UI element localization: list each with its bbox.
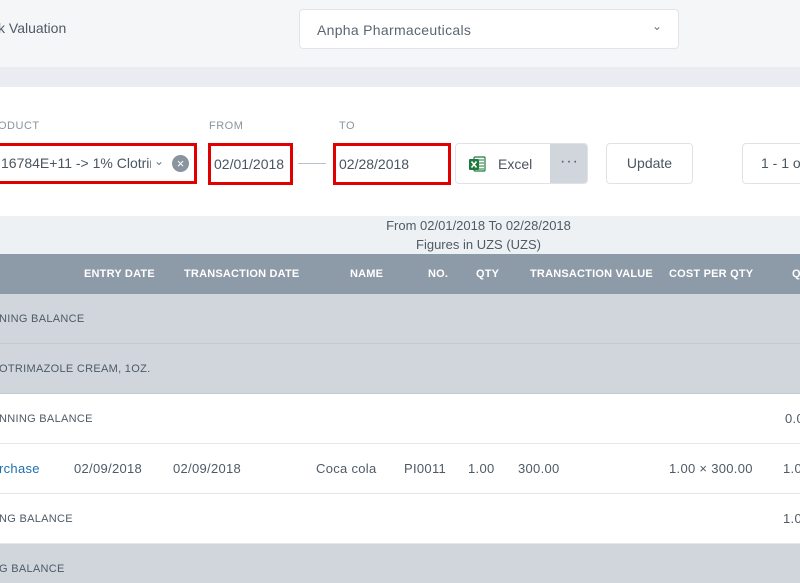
number-cell: PI0011 [404, 461, 447, 476]
table-row: NNING BALANCE 0.0 [0, 394, 800, 444]
pagination-indicator[interactable]: 1 - 1 of [742, 143, 800, 184]
excel-icon [469, 156, 486, 172]
chevron-down-icon[interactable]: ⌄ [154, 154, 164, 168]
clear-icon[interactable]: × [172, 155, 189, 172]
ellipsis-icon[interactable]: ··· [550, 144, 587, 183]
col-name[interactable]: NAME [350, 268, 383, 280]
page-title: k Valuation [0, 20, 67, 36]
to-date-value: 02/28/2018 [339, 156, 410, 172]
table-header: ENTRY DATE TRANSACTION DATE NAME NO. QTY… [0, 254, 800, 294]
q-cell: 1.0 [783, 461, 800, 476]
section-divider [0, 67, 800, 87]
from-label: FROM [209, 120, 244, 132]
company-select-value: Anpha Pharmaceuticals [317, 22, 472, 38]
company-select[interactable]: Anpha Pharmaceuticals ⌄ [299, 9, 679, 49]
table-row: rchase 02/09/2018 02/09/2018 Coca cola P… [0, 444, 800, 494]
opening-balance-label: NING BALANCE [0, 313, 85, 325]
col-no[interactable]: NO. [428, 268, 448, 280]
col-cost-per-qty[interactable]: COST PER QTY [669, 268, 753, 280]
closing-balance-qty: 1.0 [783, 511, 800, 526]
top-bar: k Valuation Anpha Pharmaceuticals ⌄ [0, 0, 800, 67]
filter-panel: ODUCT FROM TO 16784E+11 -> 1% Clotrimazo… [0, 87, 800, 216]
product-group-label: OTRIMAZOLE CREAM, 1OZ. [0, 363, 151, 375]
transaction-value-cell: 300.00 [518, 461, 560, 476]
col-transaction-date[interactable]: TRANSACTION DATE [184, 268, 299, 280]
col-qty[interactable]: QTY [476, 268, 499, 280]
transaction-date-cell: 02/09/2018 [173, 461, 242, 476]
table-row: NG BALANCE 1.0 [0, 494, 800, 544]
date-range-separator [298, 163, 326, 164]
closing-balance-label: NG BALANCE [0, 513, 73, 525]
excel-export-button[interactable]: Excel ··· [455, 143, 588, 184]
from-date-value: 02/01/2018 [214, 156, 285, 172]
to-date-input[interactable]: 02/28/2018 [333, 143, 451, 185]
update-button[interactable]: Update [606, 143, 693, 184]
qty-cell: 1.00 [468, 461, 495, 476]
product-select[interactable]: 16784E+11 -> 1% Clotrimazole ⌄ × [0, 143, 197, 184]
cost-per-qty-cell: 1.00 × 300.00 [669, 461, 753, 476]
chevron-down-icon: ⌄ [651, 19, 662, 33]
table-row: OTRIMAZOLE CREAM, 1OZ. [0, 344, 800, 394]
report-heading: From 02/01/2018 To 02/28/2018 Figures in… [0, 216, 800, 254]
transaction-type-link[interactable]: rchase [0, 461, 40, 476]
closing-balance-label: G BALANCE [0, 563, 65, 575]
opening-balance-qty: 0.0 [785, 411, 800, 426]
entry-date-cell: 02/09/2018 [74, 461, 143, 476]
to-label: TO [339, 120, 356, 132]
col-transaction-value[interactable]: TRANSACTION VALUE [530, 268, 653, 280]
from-date-input[interactable]: 02/01/2018 [208, 143, 293, 185]
product-select-value: 16784E+11 -> 1% Clotrimazole [1, 155, 151, 171]
excel-label: Excel [498, 156, 533, 172]
col-q[interactable]: Q [792, 268, 800, 280]
table-row: G BALANCE [0, 544, 800, 583]
opening-balance-label: NNING BALANCE [0, 413, 93, 425]
report-currency: Figures in UZS (UZS) [416, 237, 541, 252]
report-date-range: From 02/01/2018 To 02/28/2018 [386, 218, 571, 233]
table-row: NING BALANCE [0, 294, 800, 344]
col-entry-date[interactable]: ENTRY DATE [84, 268, 155, 280]
name-cell: Coca cola [316, 461, 377, 476]
product-label: ODUCT [0, 120, 40, 132]
